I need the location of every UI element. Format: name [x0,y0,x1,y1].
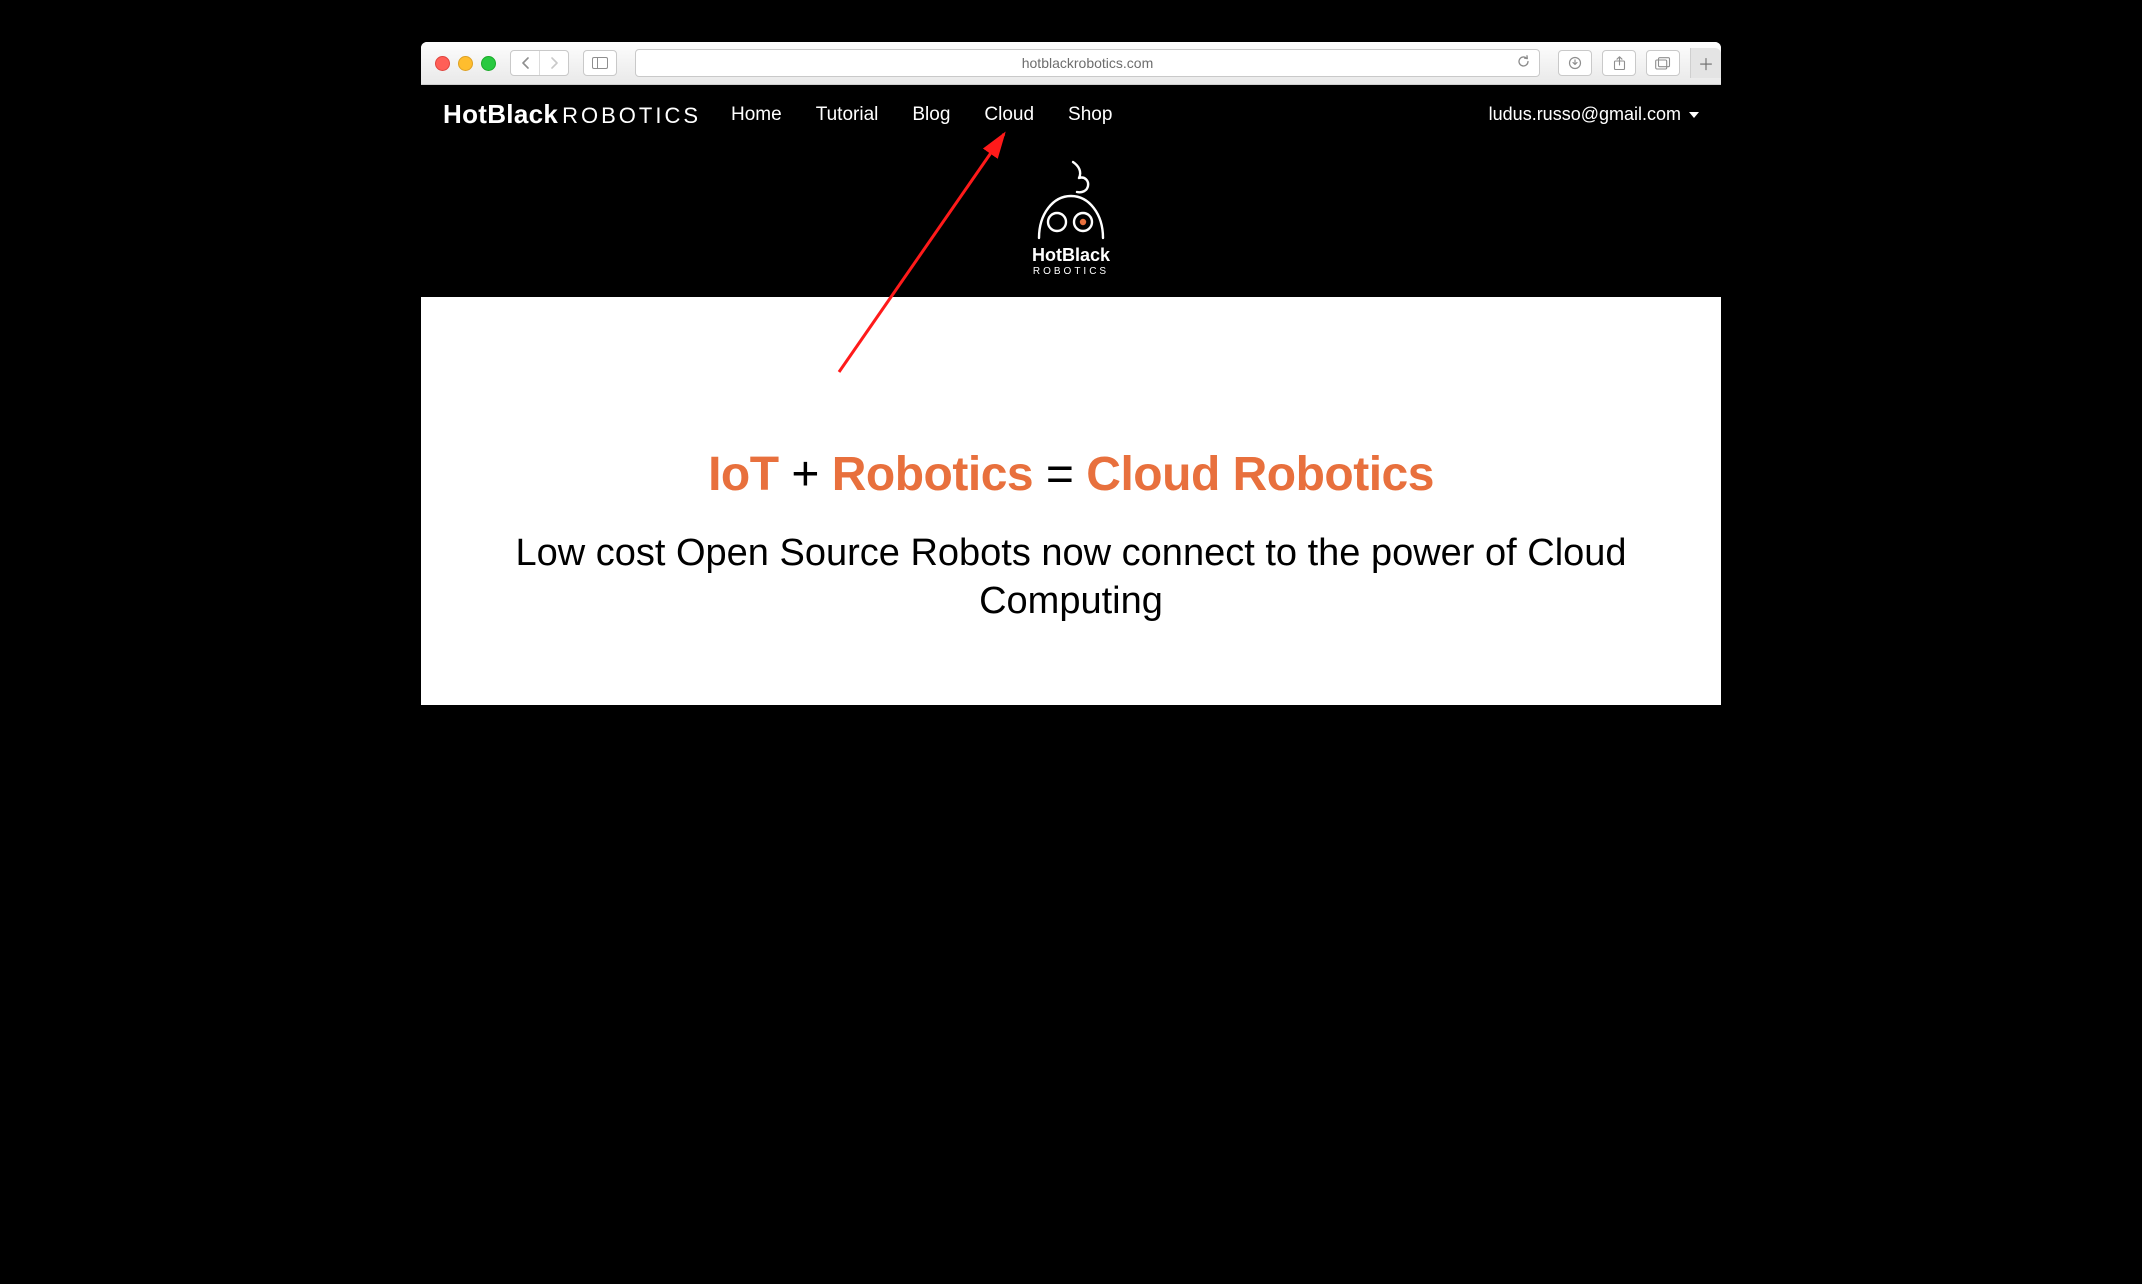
reload-icon[interactable] [1516,54,1531,69]
address-bar[interactable]: hotblackrobotics.com [635,49,1540,77]
user-menu[interactable]: ludus.russo@gmail.com [1489,104,1699,125]
forward-button[interactable] [540,51,568,75]
brand-logo[interactable]: HotBlackROBOTICS [443,99,701,130]
headline-accent-2: Robotics [832,448,1033,501]
fullscreen-window-button[interactable] [481,56,496,71]
share-button[interactable] [1602,50,1636,76]
user-email: ludus.russo@gmail.com [1489,104,1681,125]
headline-plus: + [779,448,832,501]
window-controls [435,56,496,71]
close-window-button[interactable] [435,56,450,71]
headline-equals: = [1033,448,1086,501]
downloads-button[interactable] [1558,50,1592,76]
main-nav: Home Tutorial Blog Cloud Shop [731,104,1112,126]
back-button[interactable] [511,51,540,75]
sidebar-toggle-button[interactable] [583,50,617,76]
browser-titlebar: hotblackrobotics.com ＋ [421,42,1721,85]
minimize-window-button[interactable] [458,56,473,71]
nav-home[interactable]: Home [731,104,782,126]
toolbar-right [1558,50,1680,76]
headline-accent-1: IoT [708,448,778,501]
nav-cloud[interactable]: Cloud [984,104,1034,126]
logo-text-line1: HotBlack [1021,245,1121,266]
hero-headline: IoT + Robotics = Cloud Robotics [427,447,1715,502]
new-tab-button[interactable]: ＋ [1690,48,1721,78]
nav-blog[interactable]: Blog [912,104,950,126]
robot-icon [1021,156,1121,241]
brand-thin: ROBOTICS [562,103,701,128]
hero-section: IoT + Robotics = Cloud Robotics Low cost… [421,297,1721,705]
nav-shop[interactable]: Shop [1068,104,1112,126]
chevron-down-icon [1689,112,1699,118]
site-header: HotBlackROBOTICS Home Tutorial Blog Clou… [421,85,1721,144]
robot-logo: HotBlack ROBOTICS [1021,156,1121,277]
url-text: hotblackrobotics.com [1022,55,1154,71]
brand-bold: HotBlack [443,99,558,129]
logo-text-line2: ROBOTICS [1021,266,1121,277]
hero-logo-band: HotBlack ROBOTICS [421,144,1721,297]
hero-subhead: Low cost Open Source Robots now connect … [427,530,1715,625]
nav-back-forward [510,50,569,76]
headline-accent-3: Cloud Robotics [1086,448,1434,501]
nav-tutorial[interactable]: Tutorial [816,104,879,126]
tabs-button[interactable] [1646,50,1680,76]
browser-window: hotblackrobotics.com ＋ Ho [421,42,1721,705]
